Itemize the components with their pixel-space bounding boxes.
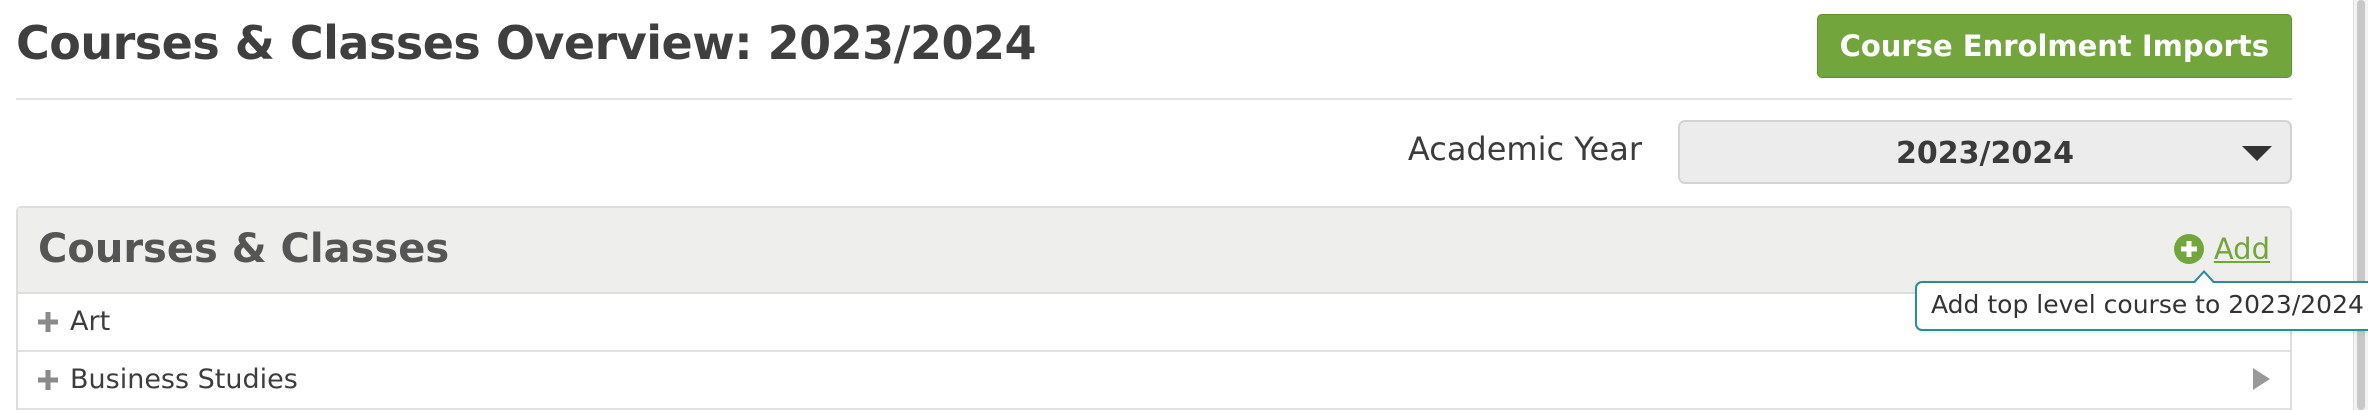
caret-down-icon [2242,146,2272,161]
course-name: Art [70,306,111,337]
course-row-business-studies[interactable]: Business Studies [18,352,2290,410]
academic-year-label: Academic Year [1407,130,1642,168]
courses-panel-title: Courses & Classes [38,226,450,272]
plus-icon[interactable] [38,370,58,390]
course-name: Business Studies [70,364,298,395]
academic-year-select[interactable]: 2023/2024 [1678,120,2292,184]
page-header: Courses & Classes Overview: 2023/2024 Co… [16,0,2292,100]
add-course-label: Add [2213,232,2270,266]
academic-year-row: Academic Year 2023/2024 [16,100,2292,206]
vertical-scrollbar[interactable] [2353,0,2368,410]
scrollbar-thumb[interactable] [2357,0,2365,410]
main-content: Courses & Classes Overview: 2023/2024 Co… [16,0,2292,410]
caret-right-icon[interactable] [2253,368,2270,390]
academic-year-selected-value: 2023/2024 [1896,136,2074,171]
page-title: Courses & Classes Overview: 2023/2024 [16,16,1037,70]
add-course-tooltip: Add top level course to 2023/2024 [1915,270,2368,331]
add-course-link[interactable]: Add [2173,232,2270,266]
course-enrolment-imports-button[interactable]: Course Enrolment Imports [1816,14,2292,78]
plus-circle-icon [2173,234,2204,264]
plus-icon[interactable] [38,312,58,332]
